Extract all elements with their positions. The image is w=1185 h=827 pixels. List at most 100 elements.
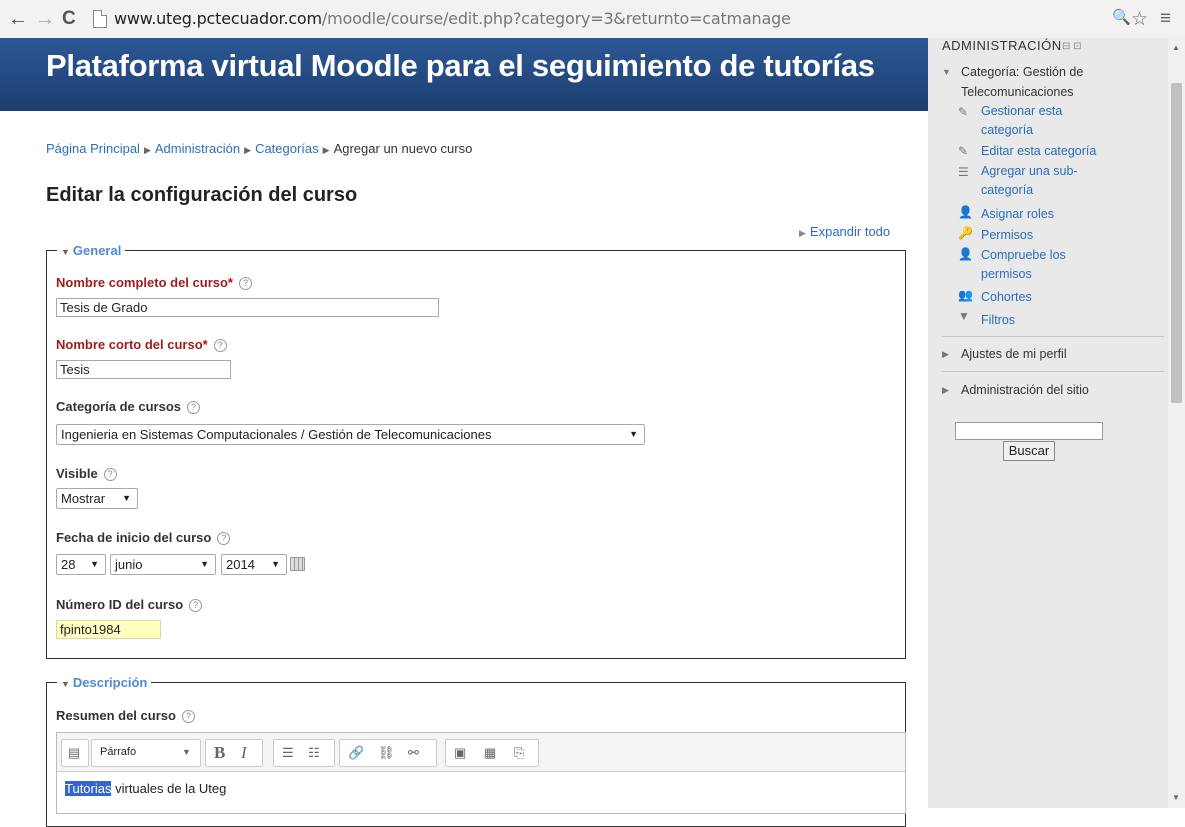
selected-text: Tutorias <box>65 781 112 796</box>
breadcrumb-admin[interactable]: Administración <box>155 141 240 156</box>
help-icon[interactable]: ? <box>217 532 231 546</box>
paste-icon[interactable]: ⎘ <box>514 745 524 761</box>
page-scrollbar[interactable]: ▲ ▼ <box>1168 38 1185 808</box>
sidebar-item-filters[interactable]: Filtros <box>981 310 1015 330</box>
chevron-down-icon: ▼ <box>90 559 99 569</box>
media-icon[interactable]: ▦ <box>484 745 496 761</box>
description-legend-label: Descripción <box>72 675 148 690</box>
image-icon[interactable]: ▣ <box>454 745 466 761</box>
chevron-down-icon: ▼ <box>271 559 280 569</box>
category-select-value: Ingenieria en Sistemas Computacionales /… <box>61 427 492 442</box>
toolbar-toggle-icon[interactable]: ▤ <box>61 739 89 767</box>
day-select[interactable]: 28 ▼ <box>56 554 106 575</box>
address-bar[interactable]: www.uteg.pctecuador.com/moodle/course/ed… <box>114 9 791 28</box>
zoom-icon[interactable]: 🔍 <box>1112 8 1131 26</box>
fullname-input[interactable]: Tesis de Grado <box>56 298 439 317</box>
sidebar-item-add-subcategory[interactable]: Agregar una sub-categoría <box>981 162 1111 200</box>
visible-select[interactable]: Mostrar ▼ <box>56 488 138 509</box>
help-icon[interactable]: ? <box>238 277 252 291</box>
idnumber-label: Número ID del curso? <box>56 597 203 613</box>
required-icon: * <box>202 337 208 352</box>
bookmark-star-icon[interactable]: ☆ <box>1131 8 1148 31</box>
scroll-down-icon[interactable]: ▼ <box>1172 793 1180 802</box>
idnumber-label-text: Número ID del curso <box>56 597 184 612</box>
chevron-down-icon: ▼ <box>182 747 191 757</box>
sidebar-category-node[interactable]: Categoría: Gestión de Telecomunicaciones <box>961 62 1131 102</box>
bold-icon[interactable]: B <box>214 743 225 763</box>
format-select[interactable]: Párrafo ▼ <box>91 739 201 767</box>
sidebar-item-site-admin[interactable]: Administración del sitio <box>961 380 1089 400</box>
sidebar-search-input[interactable] <box>955 422 1103 440</box>
category-select[interactable]: Ingenieria en Sistemas Computacionales /… <box>56 424 645 445</box>
sidebar-item-assign-roles[interactable]: Asignar roles <box>981 204 1054 224</box>
month-select[interactable]: junio ▼ <box>110 554 216 575</box>
media-group: ▣ ▦ ⎘ <box>445 739 539 767</box>
general-legend-label: General <box>72 243 122 258</box>
summary-editor: ▤ Párrafo ▼ B I ☰ ☷ 🔗 ⛓ ⚯ ▣ ▦ ⎘ Tutorias … <box>56 732 906 814</box>
summary-text[interactable]: Tutorias virtuales de la Uteg <box>65 781 226 796</box>
sidebar-item-manage-category[interactable]: Gestionar esta categoría <box>981 102 1111 140</box>
year-select[interactable]: 2014 ▼ <box>221 554 287 575</box>
sidebar-title: ADMINISTRACIÓN <box>942 38 1062 53</box>
forward-icon[interactable]: → <box>35 9 55 29</box>
cohorts-icon: 👥 <box>958 288 973 302</box>
expand-all-label: Expandir todo <box>809 224 891 239</box>
month-select-value: junio <box>115 557 143 572</box>
help-icon[interactable]: ? <box>189 599 203 613</box>
help-icon[interactable]: ? <box>213 339 227 353</box>
sidebar-divider <box>942 336 1164 337</box>
calendar-icon[interactable] <box>290 557 305 571</box>
url-host: www.uteg.pctecuador.com <box>114 9 322 28</box>
back-icon[interactable]: ← <box>8 9 28 29</box>
link-icon[interactable]: 🔗 <box>348 745 364 761</box>
text-style-group: B I <box>205 739 263 767</box>
reload-icon[interactable]: C <box>62 9 76 29</box>
category-label-text: Categoría de cursos <box>56 399 181 414</box>
bullet-list-icon[interactable]: ☰ <box>282 745 294 761</box>
general-legend[interactable]: ▼ General <box>57 243 125 258</box>
fullname-label-text: Nombre completo del curso <box>56 275 228 290</box>
help-icon[interactable]: ? <box>181 710 195 724</box>
chevron-down-icon: ▼ <box>122 493 131 503</box>
menu-icon[interactable]: ≡ <box>1160 8 1171 30</box>
editor-toolbar: ▤ Párrafo ▼ B I ☰ ☷ 🔗 ⛓ ⚯ ▣ ▦ ⎘ <box>57 733 905 772</box>
breadcrumb-home[interactable]: Página Principal <box>46 141 140 156</box>
shortname-input[interactable]: Tesis <box>56 360 231 379</box>
collapsed-triangle-icon: ▶ <box>942 349 949 359</box>
expand-all-link[interactable]: ▶ Expandir todo <box>799 224 890 239</box>
scroll-up-icon[interactable]: ▲ <box>1172 43 1180 52</box>
admin-sidebar: ADMINISTRACIÓN ⊟ ⊡ ▼ Categoría: Gestión … <box>928 38 1168 808</box>
sidebar-item-cohorts[interactable]: Cohortes <box>981 287 1032 307</box>
site-title[interactable]: Plataforma virtual Moodle para el seguim… <box>46 48 875 84</box>
unlink-icon[interactable]: ⛓ <box>378 745 395 761</box>
assign-roles-icon: 👤 <box>958 205 973 219</box>
sidebar-search-button[interactable]: Buscar <box>1003 441 1055 461</box>
format-select-value: Párrafo <box>100 746 137 758</box>
sidebar-item-check-permissions[interactable]: Compruebe los permisos <box>981 246 1111 284</box>
italic-icon[interactable]: I <box>241 743 247 763</box>
sidebar-item-edit-category[interactable]: Editar esta categoría <box>981 141 1096 161</box>
anchor-link-icon[interactable]: ⚯ <box>408 745 419 761</box>
help-icon[interactable]: ? <box>103 468 117 482</box>
summary-label-text: Resumen del curso <box>56 708 176 723</box>
description-legend[interactable]: ▼ Descripción <box>57 675 151 690</box>
help-icon[interactable]: ? <box>187 401 200 415</box>
link-group: 🔗 ⛓ ⚯ <box>339 739 437 767</box>
scrollbar-thumb[interactable] <box>1171 83 1182 403</box>
sidebar-dock-icon[interactable]: ⊟ ⊡ <box>1062 41 1082 52</box>
fullname-label: Nombre completo del curso*? <box>56 275 252 291</box>
add-subcategory-icon: ☰ <box>958 165 969 179</box>
breadcrumb-categories[interactable]: Categorías <box>255 141 319 156</box>
list-group: ☰ ☷ <box>273 739 335 767</box>
summary-text-rest: virtuales de la Uteg <box>111 781 227 796</box>
numbered-list-icon[interactable]: ☷ <box>308 745 320 761</box>
sidebar-item-profile-settings[interactable]: Ajustes de mi perfil <box>961 344 1067 364</box>
idnumber-input[interactable]: fpinto1984 <box>56 620 161 639</box>
summary-label: Resumen del curso? <box>56 708 195 724</box>
collapsed-triangle-icon: ▶ <box>942 385 949 395</box>
category-label: Categoría de cursos? <box>56 399 200 415</box>
page-title: Editar la configuración del curso <box>46 184 358 206</box>
edit-icon: ✎ <box>958 105 969 119</box>
visible-select-value: Mostrar <box>61 491 106 506</box>
sidebar-item-permissions[interactable]: Permisos <box>981 225 1033 245</box>
